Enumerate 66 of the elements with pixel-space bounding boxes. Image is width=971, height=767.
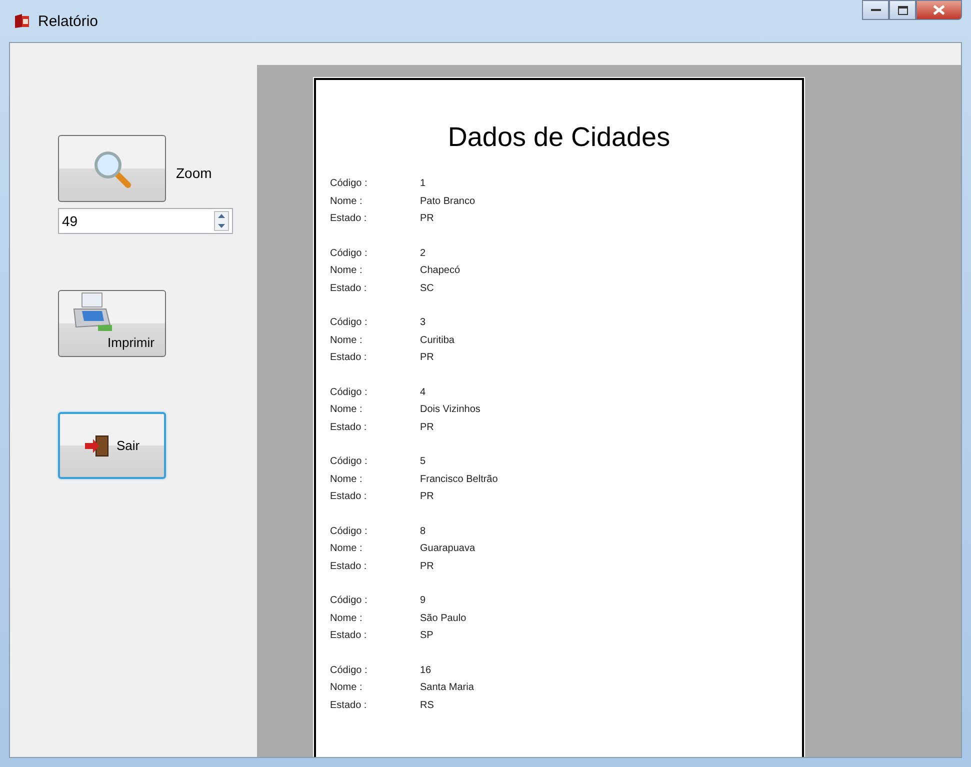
field-value: 4 bbox=[420, 386, 426, 398]
window-title: Relatório bbox=[38, 12, 98, 30]
field-value: 9 bbox=[420, 595, 426, 606]
field-label: Estado : bbox=[330, 560, 368, 572]
field-label: Nome : bbox=[330, 682, 364, 694]
field-label: Código : bbox=[330, 595, 368, 606]
close-button[interactable] bbox=[916, 0, 962, 20]
field-value: PR bbox=[420, 560, 434, 572]
field-label: Código : bbox=[330, 526, 368, 537]
field-label: Nome : bbox=[330, 334, 364, 346]
field-value: 2 bbox=[420, 248, 426, 259]
field-label: Estado : bbox=[330, 422, 368, 433]
field-label: Código : bbox=[330, 664, 368, 676]
field-label: Estado : bbox=[330, 630, 368, 642]
report-title: Dados de Cidades bbox=[446, 122, 672, 153]
field-value: RS bbox=[420, 700, 434, 711]
field-value: Francisco Beltrão bbox=[420, 474, 498, 485]
field-value: 8 bbox=[420, 526, 426, 537]
field-value: PR bbox=[420, 213, 434, 224]
book-icon bbox=[14, 13, 30, 29]
field-value: Chapecó bbox=[420, 265, 460, 276]
spin-down-icon[interactable] bbox=[215, 221, 228, 230]
field-value: 1 bbox=[420, 178, 426, 190]
field-label: Nome : bbox=[330, 196, 364, 207]
field-label: Nome : bbox=[330, 543, 364, 554]
magnifier-icon bbox=[92, 148, 132, 188]
minimize-icon bbox=[870, 8, 880, 12]
zoom-spin-field[interactable]: 49 bbox=[58, 208, 233, 234]
field-label: Código : bbox=[330, 178, 368, 190]
field-label: Nome : bbox=[330, 265, 364, 276]
field-value: Dois Vizinhos bbox=[420, 404, 480, 416]
print-button[interactable]: Imprimir bbox=[58, 290, 166, 357]
exit-button[interactable]: Sair bbox=[58, 412, 166, 479]
zoom-label: Zoom bbox=[176, 164, 212, 180]
zoom-button[interactable] bbox=[58, 135, 166, 202]
field-value: SP bbox=[420, 630, 434, 642]
field-value: Curitiba bbox=[420, 334, 454, 346]
close-icon bbox=[933, 5, 945, 15]
field-label: Estado : bbox=[330, 700, 368, 711]
field-label: Código : bbox=[330, 386, 368, 398]
field-label: Nome : bbox=[330, 404, 364, 416]
field-value: Guarapuava bbox=[420, 543, 476, 554]
field-value: 3 bbox=[420, 317, 426, 328]
field-label: Nome : bbox=[330, 612, 364, 624]
field-value: SC bbox=[420, 282, 434, 294]
field-label: Estado : bbox=[330, 213, 368, 224]
field-value: Santa Maria bbox=[420, 682, 474, 694]
field-label: Estado : bbox=[330, 282, 368, 294]
field-value: PR bbox=[420, 352, 434, 364]
maximize-button[interactable] bbox=[889, 0, 916, 20]
field-value: PR bbox=[420, 491, 434, 502]
field-label: Estado : bbox=[330, 352, 368, 364]
minimize-button[interactable] bbox=[862, 0, 889, 20]
field-value: São Paulo bbox=[420, 612, 466, 624]
field-value: 5 bbox=[420, 456, 426, 468]
field-label: Código : bbox=[330, 248, 368, 259]
exit-door-icon bbox=[84, 434, 110, 456]
field-value: Pato Branco bbox=[420, 196, 476, 207]
spin-up-icon[interactable] bbox=[215, 212, 228, 221]
field-label: Código : bbox=[330, 317, 368, 328]
field-label: Código : bbox=[330, 456, 368, 468]
field-value: 16 bbox=[420, 664, 432, 676]
field-label: Estado : bbox=[330, 491, 368, 502]
maximize-icon bbox=[898, 6, 908, 14]
field-value: PR bbox=[420, 422, 434, 433]
field-label: Nome : bbox=[330, 474, 364, 485]
